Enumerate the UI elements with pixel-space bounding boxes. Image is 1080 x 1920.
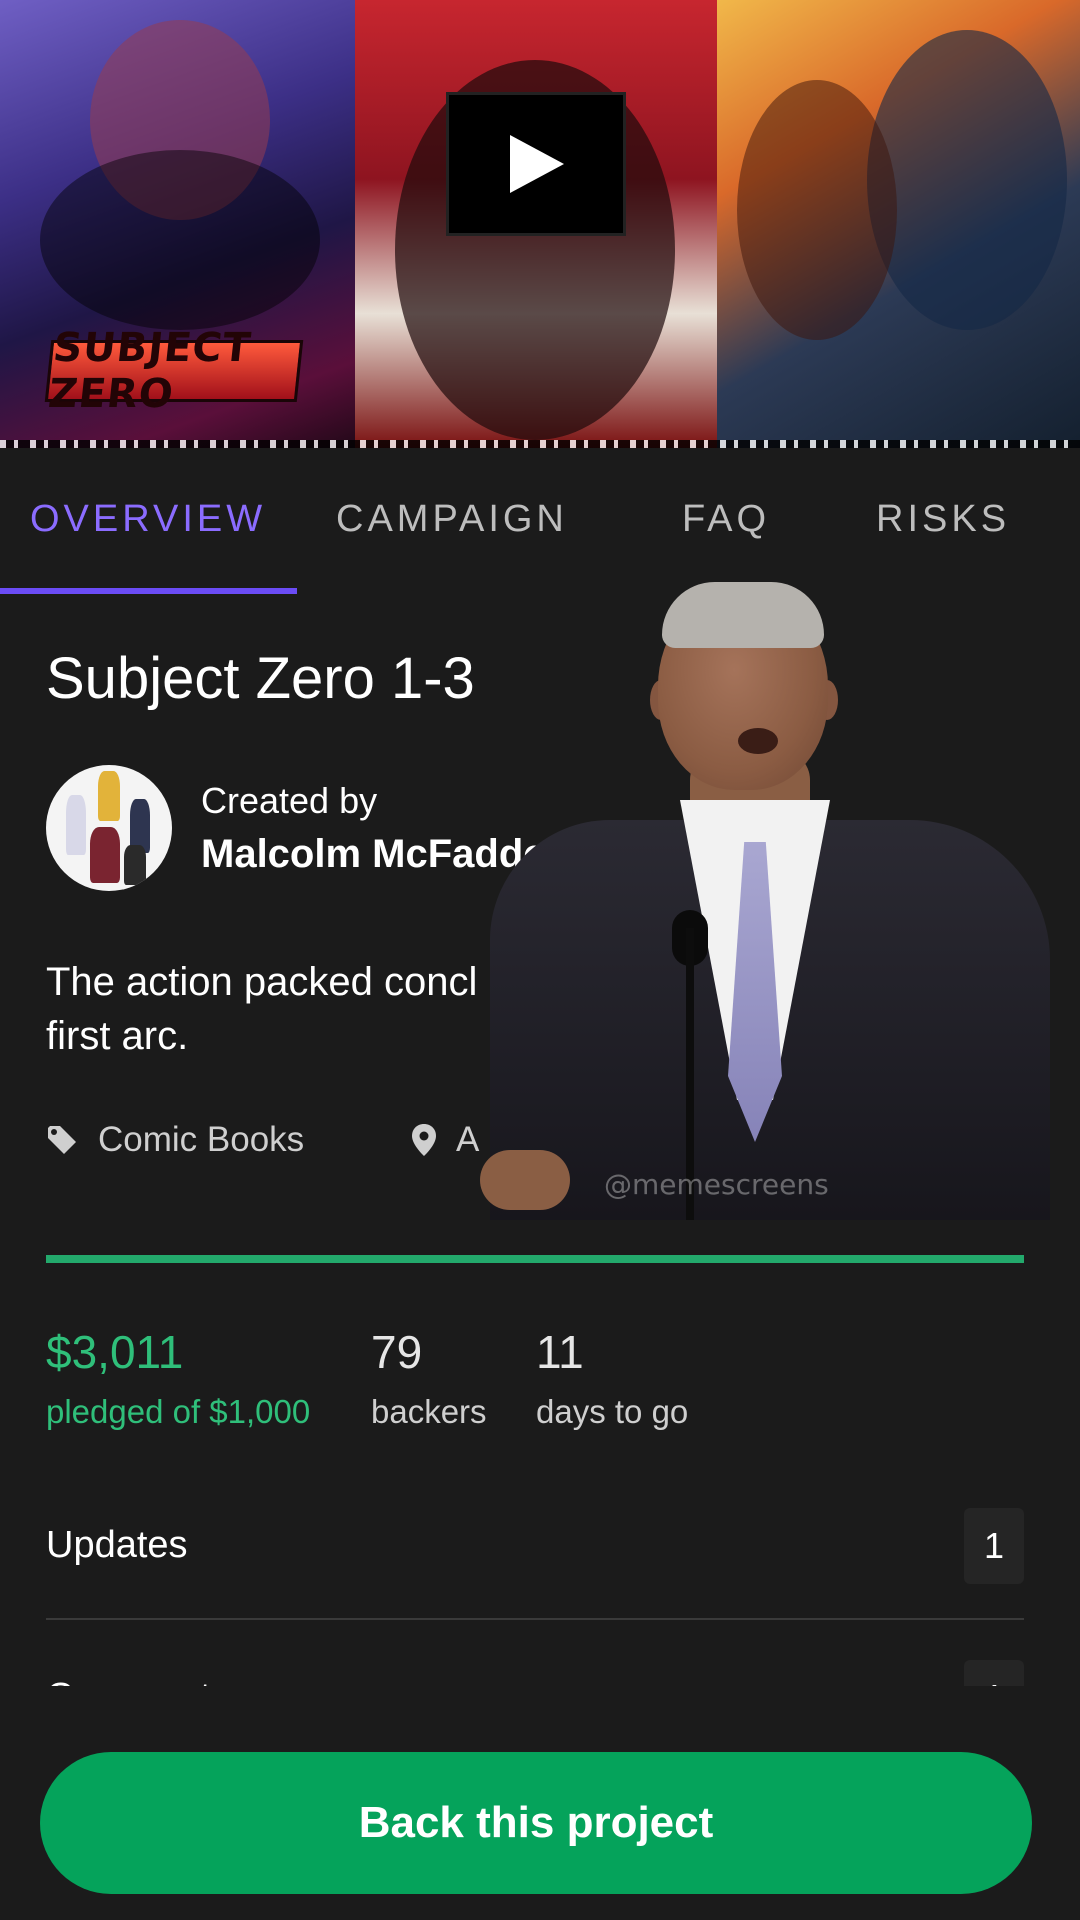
meme-speaker-overlay: @memescreens <box>480 580 1050 1220</box>
category-link[interactable]: Comic Books <box>46 1120 304 1160</box>
tab-risks[interactable]: RISKS <box>876 498 1010 541</box>
location-pin-icon <box>412 1124 436 1156</box>
tab-faq[interactable]: FAQ <box>682 498 770 541</box>
speaker-mouth <box>738 728 778 754</box>
speaker-hair <box>662 582 824 648</box>
play-video-button[interactable] <box>446 92 626 236</box>
comments-row[interactable]: Comments 1 <box>46 1660 1024 1686</box>
category-label: Comic Books <box>98 1120 305 1159</box>
speaker-hand <box>480 1150 570 1210</box>
backers-count: 79 <box>371 1326 423 1378</box>
backers-label: backers <box>371 1393 487 1430</box>
project-hero-video[interactable]: SUBJECT ZERO <box>0 0 1080 448</box>
row-divider <box>46 1618 1024 1620</box>
comic-cover-panel-1: SUBJECT ZERO <box>0 0 355 448</box>
funding-progress-fill <box>46 1255 1024 1263</box>
hero-torn-edge <box>0 440 1080 448</box>
tag-icon <box>48 1126 76 1154</box>
comments-row-clip: Comments 1 <box>0 1650 1080 1686</box>
pledged-goal-label: pledged of $1,000 <box>46 1393 311 1430</box>
days-count: 11 <box>536 1326 584 1378</box>
backers-stat: 79 backers <box>371 1325 487 1431</box>
created-by-label: Created by <box>201 780 378 821</box>
project-tabs: OVERVIEW CAMPAIGN FAQ RISKS <box>0 470 1080 594</box>
updates-label: Updates <box>46 1524 188 1566</box>
play-icon <box>510 135 564 193</box>
back-this-project-button[interactable]: Back this project <box>40 1752 1032 1894</box>
project-title: Subject Zero 1-3 <box>46 646 475 711</box>
comments-count-badge: 1 <box>964 1660 1024 1686</box>
funding-progress-bar <box>46 1255 1024 1263</box>
watermark-text: @memescreens <box>604 1168 829 1201</box>
creator-avatar[interactable] <box>46 765 172 891</box>
comic-cover-panel-3 <box>717 0 1080 448</box>
updates-row[interactable]: Updates 1 <box>46 1508 1024 1584</box>
active-tab-indicator <box>0 588 297 594</box>
days-label: days to go <box>536 1393 689 1430</box>
comments-label: Comments <box>46 1676 230 1686</box>
comic-logo: SUBJECT ZERO <box>44 325 304 417</box>
pledged-stat: $3,011 pledged of $1,000 <box>46 1325 310 1431</box>
pledged-amount: $3,011 <box>46 1326 184 1378</box>
tab-overview[interactable]: OVERVIEW <box>30 498 266 541</box>
updates-count-badge: 1 <box>964 1508 1024 1584</box>
days-stat: 11 days to go <box>536 1325 688 1431</box>
tab-campaign[interactable]: CAMPAIGN <box>336 498 568 541</box>
